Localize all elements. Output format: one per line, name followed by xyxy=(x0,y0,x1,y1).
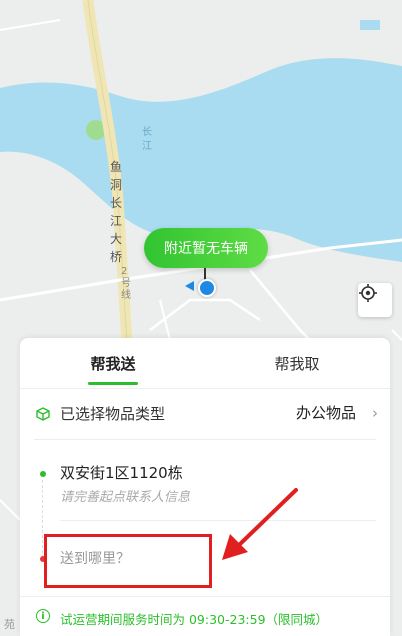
map-corner-label: 苑 xyxy=(4,618,15,631)
divider xyxy=(34,439,376,440)
current-location-dot xyxy=(198,279,216,297)
crosshair-icon xyxy=(359,284,377,302)
package-icon xyxy=(36,407,50,421)
no-vehicles-pin: 附近暂无车辆 xyxy=(144,228,268,268)
item-type-value: 办公物品 xyxy=(295,404,356,422)
tabs-divider xyxy=(20,388,390,389)
annotation-highlight-box xyxy=(44,534,212,588)
tab-pickup-label: 帮我取 xyxy=(274,354,320,373)
bridge-label: 鱼洞长江大桥 xyxy=(110,160,123,264)
item-type-row[interactable]: 已选择物品类型 办公物品 › xyxy=(20,390,390,438)
item-type-label: 已选择物品类型 xyxy=(60,405,166,423)
tab-send-label: 帮我送 xyxy=(90,354,136,373)
chevron-right-icon: › xyxy=(372,404,378,422)
route-dashed-line xyxy=(42,480,43,558)
service-notice: i 试运营期间服务时间为 09:30-23:59（限同城） xyxy=(20,600,390,636)
road-label: 2号线 xyxy=(121,266,131,301)
tab-pickup[interactable]: 帮我取 xyxy=(247,338,347,388)
pin-label: 附近暂无车辆 xyxy=(164,241,248,257)
locate-button[interactable] xyxy=(358,283,392,317)
order-card: 帮我送 帮我取 已选择物品类型 办公物品 › 双安街1区1120栋 请完善起点联… xyxy=(20,338,390,636)
divider xyxy=(60,520,376,521)
tab-bar: 帮我送 帮我取 xyxy=(20,338,390,388)
active-tab-indicator xyxy=(88,382,138,385)
origin-contact-hint: 请完善起点联系人信息 xyxy=(60,490,191,505)
river-label: 长江 xyxy=(142,127,152,152)
divider xyxy=(20,596,390,597)
heading-arrow-icon xyxy=(185,281,194,291)
tab-send[interactable]: 帮我送 xyxy=(63,338,163,388)
service-notice-text: 试运营期间服务时间为 09:30-23:59（限同城） xyxy=(60,612,329,627)
origin-dot-icon xyxy=(40,471,46,477)
origin-address: 双安街1区1120栋 xyxy=(60,464,183,482)
info-icon: i xyxy=(36,609,50,623)
